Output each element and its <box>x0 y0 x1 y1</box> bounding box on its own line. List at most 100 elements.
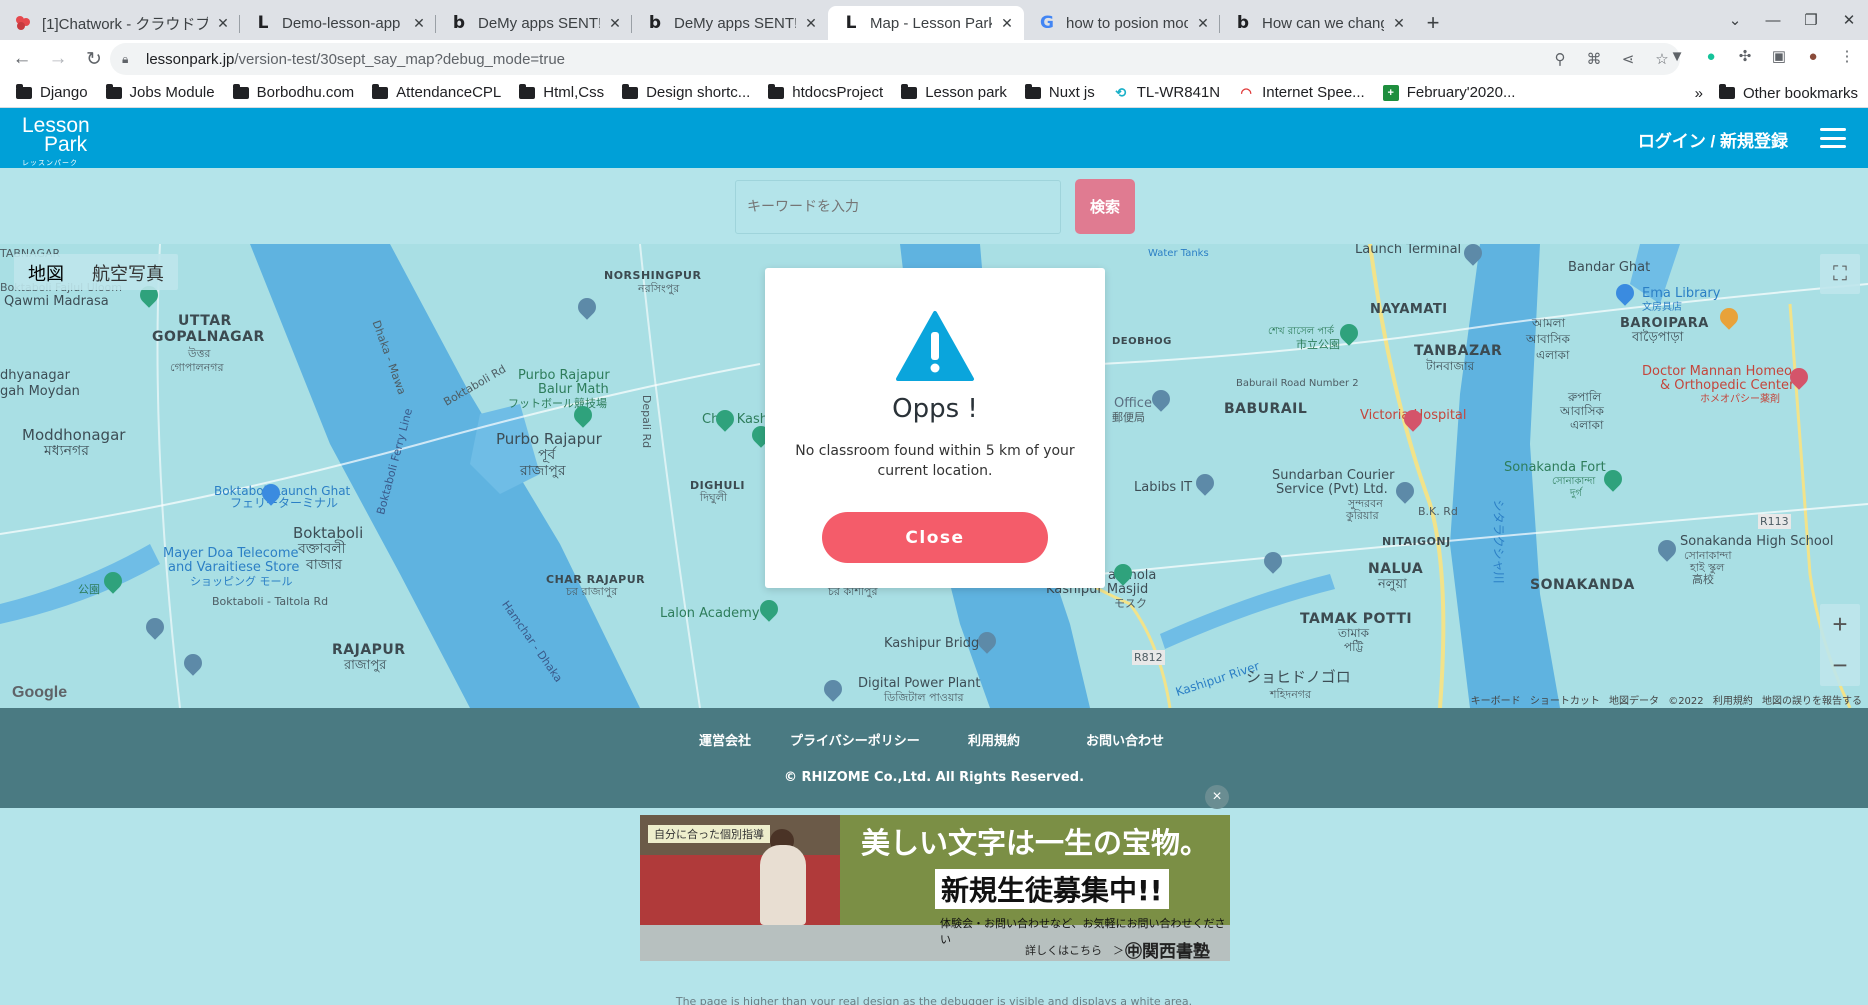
ad-main-text: 新規生徒募集中!! <box>935 869 1169 909</box>
map-label: Ema Library <box>1642 286 1721 301</box>
grammarly-icon[interactable]: ● <box>1700 45 1722 67</box>
tab-chatwork[interactable]: [1]Chatwork - クラウドプ ✕ <box>0 6 240 40</box>
translate-icon[interactable]: ⌘ <box>1584 49 1604 69</box>
map-label: দিঘুলী <box>700 491 728 504</box>
bookmark-item[interactable]: Design shortc... <box>622 83 751 101</box>
tab-demy-apps-2[interactable]: b DeMy apps SENT! PLEASE ✕ <box>632 6 828 40</box>
map-label: Launch Terminal <box>1355 244 1462 257</box>
map-label: dhyanagar <box>0 368 70 383</box>
ad-close-button[interactable]: × <box>1205 785 1229 809</box>
map-label: নরসিংপুর <box>638 282 680 295</box>
map-label: এলাকা <box>1570 418 1604 432</box>
ad-banner[interactable]: 自分に合った個別指導 美しい文字は一生の宝物。 新規生徒募集中!! 体験会・お問… <box>640 815 1230 961</box>
chatwork-icon <box>14 14 32 32</box>
tab-title: Map - Lesson Park <box>870 14 992 32</box>
close-tab-icon[interactable]: ✕ <box>606 15 624 32</box>
restore-icon[interactable]: ❐ <box>1792 11 1830 29</box>
location-icon[interactable]: ⚲ <box>1550 49 1570 69</box>
map-type-map-button[interactable]: 地図 <box>14 254 78 290</box>
map-label: Sonakanda Fort <box>1504 460 1606 475</box>
bookmark-item[interactable]: AttendanceCPL <box>372 83 501 101</box>
bookmark-item[interactable]: ◠ Internet Spee... <box>1238 84 1364 101</box>
sheets-icon: + <box>1382 84 1399 101</box>
close-tab-icon[interactable]: ✕ <box>998 15 1016 32</box>
map-label: フットボール競技場 <box>508 397 607 410</box>
bookmarks-bar: Django Jobs Module Borbodhu.com Attendan… <box>0 78 1868 108</box>
close-window-icon[interactable]: ✕ <box>1830 11 1868 29</box>
google-map[interactable]: TABNAGAR Boktaboli Fajlul Uloom Qawmi Ma… <box>0 244 1868 708</box>
minimize-icon[interactable]: — <box>1754 12 1792 29</box>
map-label: SONAKANDA <box>1530 577 1635 593</box>
map-label: Purbo Rajapur <box>496 430 602 448</box>
tab-demo-lesson-app[interactable]: L Demo-lesson-app ✕ <box>240 6 436 40</box>
bookmark-item[interactable]: Nuxt js <box>1024 83 1095 101</box>
footer-link-company[interactable]: 運営会社 <box>699 730 751 749</box>
map-label: Labibs IT <box>1134 480 1193 495</box>
back-icon[interactable]: ← <box>8 45 36 73</box>
bookmark-item[interactable]: htdocsProject <box>768 83 883 101</box>
bookmark-label: Other bookmarks <box>1742 84 1858 102</box>
bookmark-item[interactable]: Borbodhu.com <box>232 83 354 101</box>
google-logo[interactable]: Google <box>12 684 67 702</box>
footer-link-contact[interactable]: お問い合わせ <box>1086 730 1164 749</box>
bookmark-item[interactable]: Lesson park <box>901 83 1007 101</box>
map-label: Kashipur Bridge <box>884 636 988 651</box>
map-label: 公園 <box>78 583 100 596</box>
tab-map-lesson-park[interactable]: L Map - Lesson Park ✕ <box>828 6 1024 40</box>
sidepanel-icon[interactable]: ▣ <box>1768 45 1790 67</box>
bookmark-item[interactable]: ⟲ TL-WR841N <box>1113 84 1220 101</box>
bookmark-item[interactable]: Html,Css <box>519 83 604 101</box>
puzzle-icon[interactable]: ✣ <box>1734 45 1756 67</box>
keyword-search-input[interactable] <box>735 180 1061 234</box>
map-type-satellite-button[interactable]: 航空写真 <box>78 254 178 290</box>
map-label: Balur Math <box>538 382 609 397</box>
fullscreen-icon[interactable]: ⛶ <box>1820 254 1860 294</box>
modal-close-button[interactable]: Close <box>822 512 1048 563</box>
forward-icon[interactable]: → <box>44 45 72 73</box>
close-tab-icon[interactable]: ✕ <box>802 15 820 32</box>
map-label: Sonakanda High School <box>1680 534 1834 549</box>
tab-title: Demo-lesson-app <box>282 14 401 32</box>
bookmark-item[interactable]: + February'2020... <box>1382 84 1515 101</box>
zoom-in-button[interactable]: + <box>1832 609 1847 640</box>
tab-title: how to posion modal in b <box>1066 14 1188 32</box>
kebab-menu-icon[interactable]: ⋮ <box>1836 45 1858 67</box>
map-label: GOPALNAGAR <box>152 329 265 345</box>
map-label: Doctor Mannan Homeo <box>1642 364 1792 379</box>
map-attribution[interactable]: キーボード ショートカット 地図データ ©2022 利用規約 地図の誤りを報告す… <box>1471 692 1862 707</box>
map-label: ডিজিটাল পাওয়ার <box>884 691 964 704</box>
folder-icon <box>1718 84 1735 99</box>
bookmark-item[interactable]: Django <box>16 83 88 101</box>
map-label: UTTAR <box>178 313 232 329</box>
close-tab-icon[interactable]: ✕ <box>214 15 232 32</box>
bookmark-label: TL-WR841N <box>1136 84 1221 101</box>
bookmarks-overflow-button[interactable]: » <box>1695 85 1703 102</box>
login-register-link[interactable]: ログイン / 新規登録 <box>1638 127 1788 152</box>
map-label: টানবাজার <box>1426 359 1475 373</box>
close-tab-icon[interactable]: ✕ <box>1194 15 1212 32</box>
other-bookmarks[interactable]: Other bookmarks <box>1718 84 1858 102</box>
address-bar[interactable]: 🔒︎ lessonpark.jp/version-test/30sept_say… <box>110 43 1680 75</box>
tab-search-icon[interactable]: ⌄ <box>1716 11 1754 29</box>
close-tab-icon[interactable]: ✕ <box>410 15 428 32</box>
tab-title: How can we change the p <box>1262 14 1384 32</box>
ad-more-link[interactable]: 詳しくはこちら ＞ <box>1025 942 1124 958</box>
tab-demy-apps-1[interactable]: b DeMy apps SENT! PLEASE ✕ <box>436 6 632 40</box>
reload-icon[interactable]: ↻ <box>80 45 108 73</box>
lesson-park-logo[interactable]: Lesson Park レッスンパーク <box>22 115 90 173</box>
zoom-out-button[interactable]: − <box>1832 650 1847 681</box>
map-label: NAYAMATI <box>1370 302 1448 317</box>
bookmark-item[interactable]: Jobs Module <box>105 83 215 101</box>
hamburger-menu-icon[interactable] <box>1820 128 1846 148</box>
search-button[interactable]: 検索 <box>1075 179 1135 234</box>
new-tab-button[interactable]: + <box>1416 6 1450 40</box>
share-icon[interactable]: ⋖ <box>1618 49 1638 69</box>
tab-how-can-we-change[interactable]: b How can we change the p ✕ <box>1220 6 1416 40</box>
profile-avatar-icon[interactable]: ● <box>1802 45 1824 67</box>
tab-google-search[interactable]: G how to posion modal in b ✕ <box>1024 6 1220 40</box>
close-tab-icon[interactable]: ✕ <box>1390 15 1408 32</box>
footer-link-terms[interactable]: 利用規約 <box>968 730 1020 749</box>
bookmark-label: Design shortc... <box>646 84 751 101</box>
extension-v-icon[interactable]: ▼ <box>1666 45 1688 67</box>
footer-link-privacy[interactable]: プライバシーポリシー <box>790 730 920 749</box>
